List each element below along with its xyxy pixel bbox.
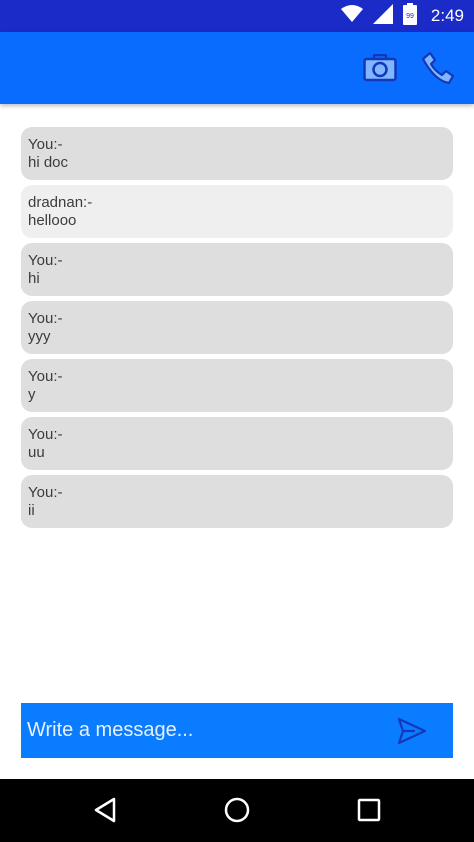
message-sender: You:- xyxy=(28,310,63,327)
wifi-icon xyxy=(340,4,363,28)
recents-button[interactable] xyxy=(354,795,384,825)
camera-icon xyxy=(363,54,397,82)
message-text: ii xyxy=(28,502,35,519)
message-composer xyxy=(21,703,453,758)
message-bubble: You:- hi xyxy=(21,243,453,296)
home-icon xyxy=(224,797,250,823)
message-text: y xyxy=(28,386,36,403)
message-list[interactable]: You:- hi doc dradnan:- hellooo You:- hi … xyxy=(21,127,453,528)
send-button[interactable] xyxy=(397,717,427,745)
message-bubble: You:- uu xyxy=(21,417,453,470)
battery-level: 99 xyxy=(406,13,414,20)
send-icon xyxy=(397,717,427,745)
message-text: uu xyxy=(28,444,45,461)
message-text: hellooo xyxy=(28,212,77,229)
message-bubble: dradnan:- hellooo xyxy=(21,185,453,238)
message-sender: You:- xyxy=(28,426,63,443)
message-sender: You:- xyxy=(28,252,63,269)
signal-icon xyxy=(372,3,393,29)
battery-icon: 99 xyxy=(402,2,417,30)
call-button[interactable] xyxy=(420,50,456,86)
message-bubble: You:- hi doc xyxy=(21,127,453,180)
camera-button[interactable] xyxy=(362,50,398,86)
status-time: 2:49 xyxy=(430,6,464,25)
message-text: yyy xyxy=(28,328,51,345)
message-sender: You:- xyxy=(28,136,63,153)
message-bubble: You:- yyy xyxy=(21,301,453,354)
navigation-bar xyxy=(0,779,474,842)
message-sender: You:- xyxy=(28,368,63,385)
status-bar: 99 2:49 xyxy=(0,0,474,32)
message-sender: You:- xyxy=(28,484,63,501)
status-icons: 99 2:49 xyxy=(340,0,464,32)
back-icon xyxy=(94,797,116,823)
message-bubble: You:- ii xyxy=(21,475,453,528)
message-text: hi xyxy=(28,270,40,287)
recents-icon xyxy=(357,798,381,822)
back-button[interactable] xyxy=(90,795,120,825)
phone-icon xyxy=(421,51,455,85)
app-bar-actions xyxy=(362,32,456,104)
message-bubble: You:- y xyxy=(21,359,453,412)
message-sender: dradnan:- xyxy=(28,194,93,211)
message-input[interactable] xyxy=(21,703,381,758)
home-button[interactable] xyxy=(222,795,252,825)
message-text: hi doc xyxy=(28,154,69,171)
app-bar xyxy=(0,32,474,104)
